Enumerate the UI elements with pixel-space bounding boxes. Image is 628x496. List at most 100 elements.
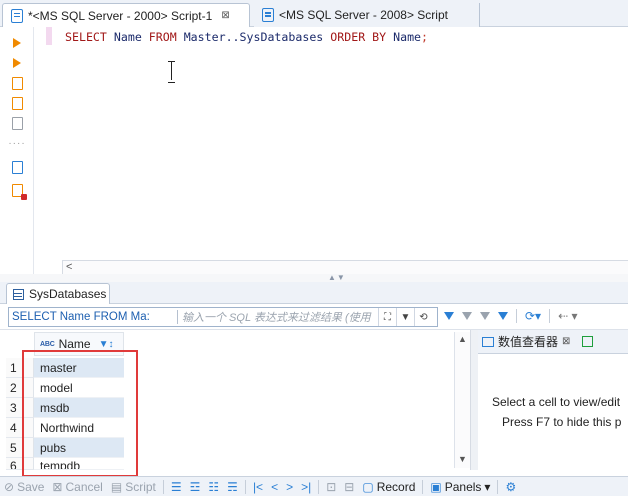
script-icon: ▤ (110, 479, 123, 494)
panels-button[interactable]: ▣ Panels ▾ (426, 480, 494, 494)
filter-settings-icon[interactable] (480, 312, 490, 320)
execute-statement-icon[interactable] (10, 36, 24, 50)
refresh-icon[interactable]: ⟲ (414, 308, 432, 326)
string-type-icon: ABC (40, 340, 55, 348)
apply-filter-icon[interactable] (444, 312, 454, 320)
filter-dropdown-icon[interactable] (498, 312, 508, 320)
grid-panel-splitter[interactable] (470, 330, 478, 470)
results-tab-label: SysDatabases (29, 287, 107, 301)
close-panel-icon[interactable]: ⊠ (562, 336, 570, 347)
filter-query-text[interactable]: SELECT Name FROM Ma: (9, 311, 173, 323)
add-row-button[interactable]: ☲ (186, 480, 205, 494)
last-page-button[interactable]: >| (297, 480, 315, 494)
grid-vertical-scrollbar[interactable]: ▲ ▼ (454, 332, 470, 468)
delete-row-button[interactable]: ☴ (223, 480, 242, 494)
edit-row-icon: ☰ (170, 479, 182, 494)
filter-expand-icon[interactable]: ⛶ (378, 308, 396, 326)
current-line-marker (46, 27, 52, 45)
tab-value-viewer[interactable]: 数值查看器 ⊠ (478, 330, 628, 354)
text-mode-button[interactable]: ⊟ (340, 480, 358, 494)
scroll-down-icon[interactable]: ▼ (458, 454, 467, 464)
prev-page-icon: < (271, 479, 279, 494)
cancel-icon: ⊠ (52, 479, 63, 494)
tab-sysdatabases[interactable]: SysDatabases (6, 283, 110, 304)
script-button[interactable]: ▤ Script (107, 480, 160, 494)
divider (244, 479, 246, 494)
cancel-button[interactable]: ⊠ Cancel (48, 480, 106, 494)
close-tab-icon[interactable]: ⊠ (221, 10, 229, 21)
gear-icon: ⚙ (505, 479, 517, 494)
copy-row-icon: ☷ (208, 479, 220, 494)
grid-mode-button[interactable]: ⊡ (322, 480, 340, 494)
record-label: Record (376, 479, 416, 494)
divider (162, 479, 164, 494)
panels-icon: ▣ (430, 479, 442, 494)
filter-toolbar: ⟳▾ ⇠ ▾ (444, 309, 578, 323)
next-page-icon: > (286, 479, 294, 494)
value-viewer-icon (482, 336, 494, 347)
filter-input[interactable]: SELECT Name FROM Ma: 输入一个 SQL 表达式来过滤结果 (… (8, 307, 438, 327)
editor-horizontal-scrollbar[interactable]: < (62, 260, 628, 274)
save-icon: ⊘ (4, 479, 15, 494)
table-icon (13, 288, 24, 300)
export-icon[interactable] (10, 160, 24, 174)
divider (177, 310, 178, 324)
save-label: Save (17, 479, 45, 494)
add-row-icon: ☲ (189, 479, 201, 494)
execute-script-icon[interactable] (10, 76, 24, 90)
sql-editor[interactable]: SELECT Name FROM Master..SysDatabases OR… (34, 27, 628, 260)
sql-keyword: SELECT (65, 30, 107, 44)
highlight-annotation-box (22, 350, 138, 477)
execute-in-new-tab-icon[interactable] (10, 56, 24, 70)
collapse-arrows-icon[interactable]: ▲▼ (328, 274, 346, 282)
filter-history-dropdown-icon[interactable]: ▼ (396, 308, 414, 326)
back-icon[interactable]: ⇠ ▾ (558, 309, 577, 323)
record-icon: ▢ (362, 479, 374, 494)
text-cursor-icon (168, 61, 176, 83)
text-mode-icon: ⊟ (344, 479, 355, 494)
prev-page-button[interactable]: < (267, 480, 282, 494)
scroll-up-icon[interactable]: ▲ (458, 334, 467, 344)
value-viewer-panel: 数值查看器 ⊠ Select a cell to view/edit Press… (478, 330, 628, 470)
value-viewer-hint-2: Press F7 to hide this p (502, 415, 622, 429)
execute-script-new-tab-icon[interactable] (10, 96, 24, 110)
record-button[interactable]: ▢ Record (358, 480, 419, 494)
load-script-icon[interactable] (10, 183, 27, 200)
divider (497, 479, 499, 494)
divider (516, 309, 517, 323)
sql-keyword: FROM (148, 30, 177, 44)
sql-script-icon (11, 8, 23, 23)
sql-identifier: Master..SysDatabases (183, 30, 324, 44)
sql-semicolon: ; (421, 30, 429, 44)
copy-row-button[interactable]: ☷ (204, 480, 223, 494)
sql-identifier: Name (113, 30, 142, 44)
column-sort-filter-icon[interactable]: ▼↕ (99, 339, 114, 350)
first-page-button[interactable]: |< (249, 480, 267, 494)
save-button[interactable]: ⊘ Save (0, 480, 48, 494)
clear-filter-icon[interactable] (462, 312, 472, 320)
explain-plan-icon[interactable] (10, 116, 24, 130)
editor-tab-bar: *<MS SQL Server - 2000> Script-1 ⊠ <MS S… (0, 0, 628, 27)
toolbar-separator: ···· (8, 137, 26, 149)
tab-label: <MS SQL Server - 2008> Script (279, 8, 448, 22)
delete-row-icon: ☴ (227, 479, 238, 494)
script-label: Script (125, 479, 156, 494)
scroll-left-icon[interactable]: < (66, 261, 72, 274)
settings-button[interactable]: ⚙ (501, 480, 520, 494)
editor-results-splitter[interactable]: ▲▼ (0, 274, 628, 282)
tab-script-1[interactable]: *<MS SQL Server - 2000> Script-1 ⊠ (2, 3, 250, 27)
tab-label: *<MS SQL Server - 2000> Script-1 (28, 8, 213, 23)
edit-row-button[interactable]: ☰ (167, 480, 186, 494)
grid-mode-icon: ⊡ (326, 479, 337, 494)
next-page-button[interactable]: > (282, 480, 297, 494)
refresh-results-icon[interactable]: ⟳▾ (525, 309, 541, 323)
sql-code-line[interactable]: SELECT Name FROM Master..SysDatabases OR… (65, 30, 428, 44)
sql-identifier: Name (393, 30, 422, 44)
save-value-icon[interactable] (582, 336, 594, 347)
divider (549, 309, 551, 323)
divider (422, 479, 424, 494)
value-viewer-hint-1: Select a cell to view/edit (492, 395, 621, 409)
results-filter-bar: SELECT Name FROM Ma: 输入一个 SQL 表达式来过滤结果 (… (0, 304, 628, 330)
results-bottom-toolbar: ⊘ Save ⊠ Cancel ▤ Script ☰ ☲ ☷ ☴ |< < > >| … (0, 476, 628, 496)
tab-script-2008[interactable]: <MS SQL Server - 2008> Script (254, 3, 480, 27)
